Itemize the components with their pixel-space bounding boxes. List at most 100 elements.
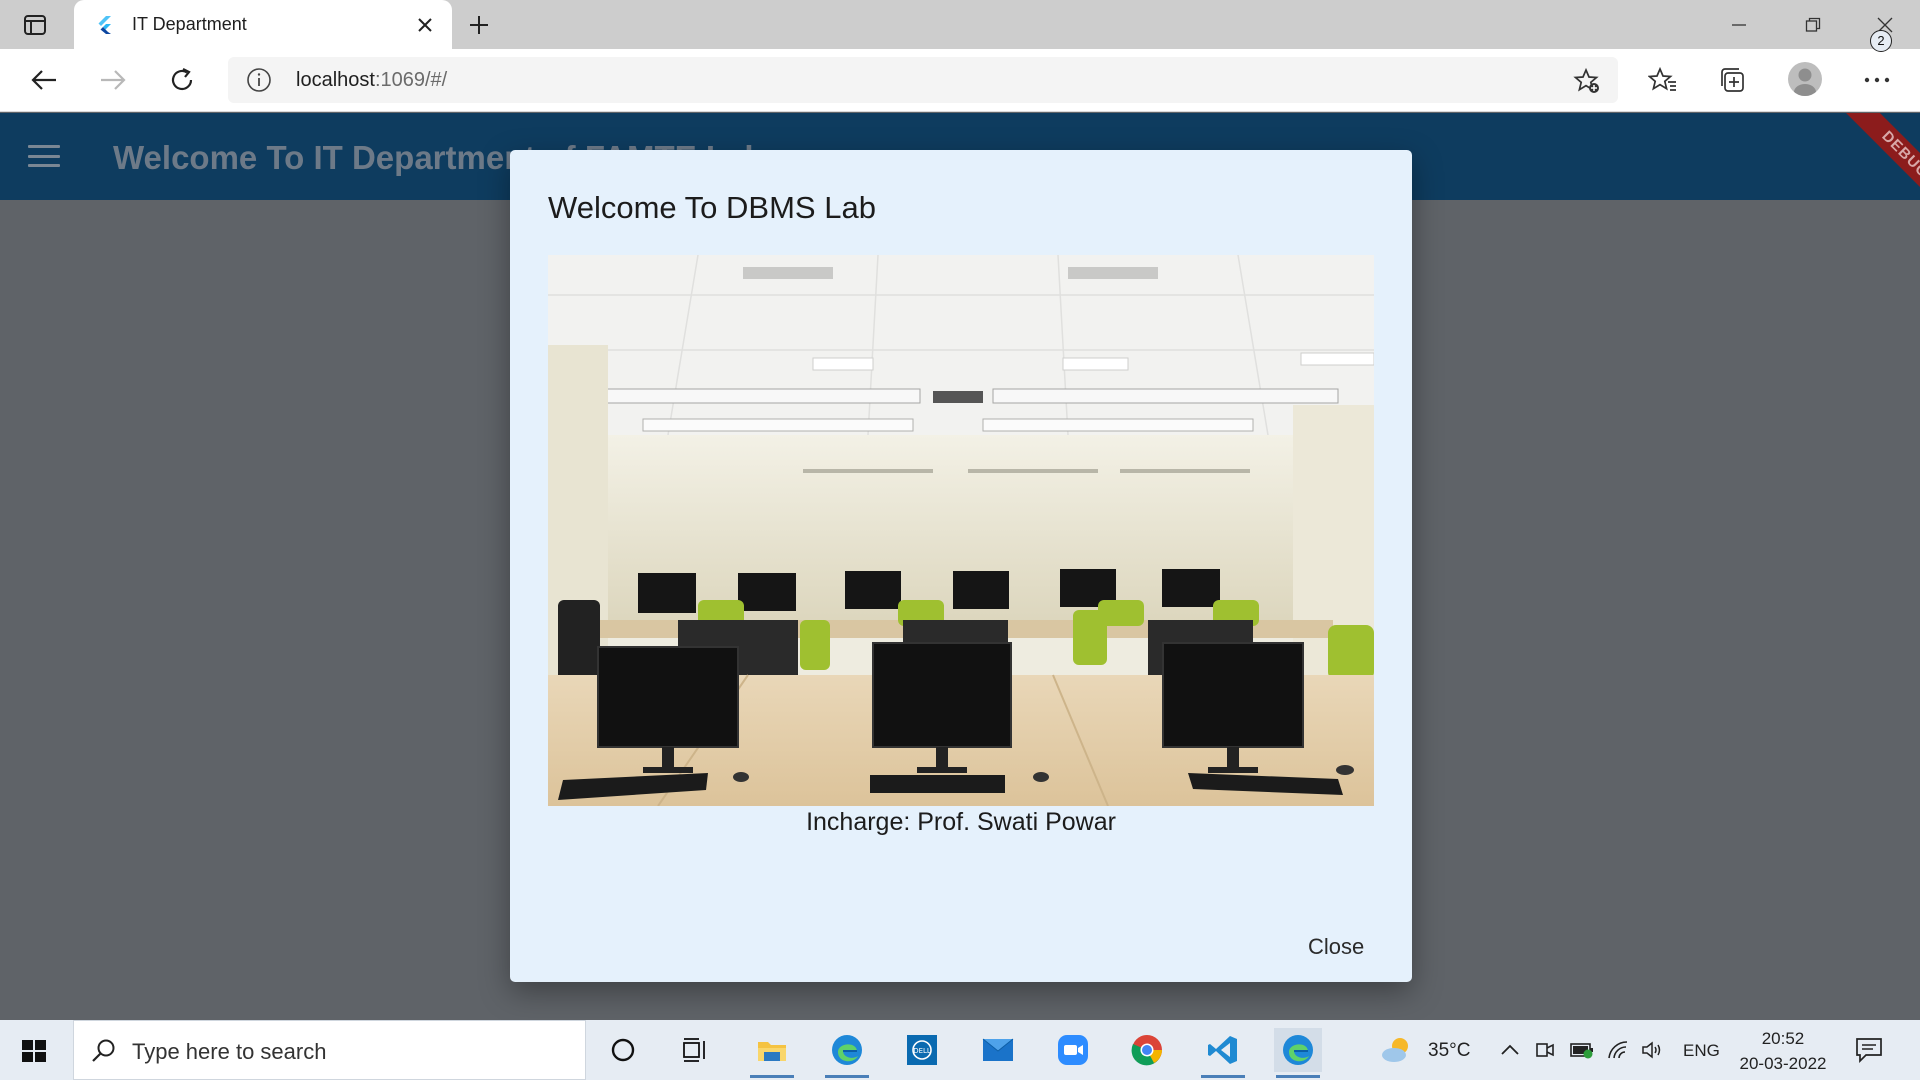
browser-tab-bar: IT Department — [0, 0, 1920, 49]
lab-photo — [548, 255, 1374, 806]
collections-icon — [1721, 68, 1744, 92]
start-button[interactable] — [16, 1034, 54, 1068]
task-view-icon — [683, 1038, 705, 1062]
menu-button[interactable] — [26, 141, 62, 171]
wifi-icon — [1608, 1041, 1628, 1059]
show-hidden-icons-button[interactable] — [1495, 1028, 1525, 1072]
weather-widget[interactable] — [1377, 1028, 1417, 1072]
debug-label: DEBUG — [1843, 113, 1920, 213]
hamburger-line — [28, 154, 60, 158]
battery-indicator[interactable] — [1565, 1028, 1599, 1072]
search-placeholder: Type here to search — [132, 1039, 327, 1064]
chrome-button[interactable] — [1123, 1028, 1171, 1072]
edge-active-button[interactable] — [1274, 1028, 1322, 1078]
browser-tab-active[interactable]: IT Department — [74, 0, 452, 49]
vscode-icon — [1208, 1036, 1237, 1064]
windows-icon — [22, 1040, 46, 1062]
close-button[interactable]: Close — [1300, 930, 1372, 964]
restore-icon — [1805, 17, 1821, 32]
input-language[interactable]: ENG — [1683, 1041, 1720, 1061]
clock-date: 20-03-2022 — [1739, 1054, 1827, 1073]
url-text[interactable]: localhost:1069/#/ — [296, 69, 447, 92]
arrow-left-icon — [31, 70, 56, 90]
chrome-icon — [1131, 1035, 1162, 1066]
meet-now-button[interactable] — [1530, 1028, 1560, 1072]
back-button[interactable] — [24, 62, 64, 98]
tab-close-button[interactable] — [412, 12, 438, 38]
minimize-button[interactable] — [1716, 8, 1762, 42]
hamburger-line — [28, 145, 60, 148]
notification-count-badge: 2 — [1870, 30, 1892, 52]
running-indicator — [1201, 1075, 1245, 1078]
taskbar: Type here to search DELL 35°C ENG 20:52 … — [0, 1020, 1920, 1080]
star-add-icon — [1573, 67, 1599, 93]
edge-icon — [832, 1035, 862, 1065]
tab-actions-button[interactable] — [18, 10, 52, 40]
volume-indicator[interactable] — [1637, 1028, 1669, 1072]
dialog-title: Welcome To DBMS Lab — [548, 190, 876, 225]
clock[interactable]: 20:52 20-03-2022 — [1730, 1026, 1836, 1076]
svg-text:DELL: DELL — [913, 1047, 931, 1055]
dell-icon: DELL — [907, 1035, 937, 1065]
favorites-button[interactable] — [1643, 62, 1683, 98]
file-explorer-button[interactable] — [748, 1028, 796, 1078]
folder-icon — [758, 1042, 786, 1061]
running-indicator — [1276, 1075, 1320, 1078]
favorites-icon — [1648, 66, 1676, 91]
info-icon — [247, 68, 271, 92]
lab-dialog: Welcome To DBMS Lab Incharge: Prof. Swat… — [510, 150, 1412, 982]
weather-temperature: 35°C — [1428, 1040, 1471, 1061]
restore-button[interactable] — [1790, 8, 1836, 42]
debug-banner: DEBUG — [1820, 113, 1920, 213]
cortana-icon — [611, 1038, 635, 1062]
new-tab-button[interactable] — [462, 10, 496, 40]
dialog-caption: Incharge: Prof. Swati Powar — [806, 808, 1116, 836]
tab-actions-icon — [24, 15, 46, 35]
close-icon — [418, 18, 432, 32]
task-view-button[interactable] — [671, 1028, 719, 1072]
url-path: :1069/#/ — [374, 69, 448, 91]
mail-button[interactable] — [974, 1028, 1022, 1072]
flutter-icon — [98, 16, 111, 34]
arrow-right-icon — [101, 70, 126, 90]
refresh-icon — [171, 68, 193, 91]
running-indicator — [825, 1075, 869, 1078]
refresh-button[interactable] — [162, 62, 202, 98]
vscode-button[interactable] — [1199, 1028, 1247, 1078]
url-host: localhost — [296, 69, 375, 91]
hamburger-line — [28, 164, 60, 167]
dell-app-button[interactable]: DELL — [898, 1028, 946, 1072]
tab-title: IT Department — [132, 14, 247, 34]
edge-icon — [1283, 1035, 1313, 1065]
user-icon — [1794, 68, 1816, 96]
add-favorite-button[interactable] — [1572, 66, 1602, 96]
collections-button[interactable] — [1713, 62, 1753, 98]
zoom-button[interactable] — [1049, 1028, 1097, 1072]
running-indicator — [750, 1075, 794, 1078]
clock-time: 20:52 — [1761, 1029, 1805, 1048]
notification-icon — [1856, 1038, 1882, 1064]
plus-icon — [470, 16, 488, 34]
settings-more-button[interactable] — [1857, 62, 1897, 98]
site-info-button[interactable] — [246, 67, 272, 93]
action-center-button[interactable] — [1854, 1036, 1886, 1066]
speaker-icon — [1642, 1041, 1661, 1059]
taskbar-search[interactable]: Type here to search — [73, 1020, 586, 1080]
cortana-button[interactable] — [599, 1028, 647, 1072]
battery-icon — [1570, 1043, 1593, 1059]
zoom-icon — [1058, 1035, 1088, 1065]
partly-cloudy-icon — [1382, 1038, 1408, 1062]
mail-icon — [982, 1038, 1014, 1061]
edge-taskbar-button[interactable] — [823, 1028, 871, 1078]
more-horizontal-icon — [1864, 77, 1890, 83]
search-icon — [92, 1039, 115, 1062]
browser-toolbar: localhost:1069/#/ — [0, 49, 1920, 112]
meet-now-icon — [1536, 1043, 1554, 1057]
minimize-icon — [1732, 24, 1746, 26]
forward-button[interactable] — [93, 62, 133, 98]
network-indicator[interactable] — [1603, 1028, 1635, 1072]
profile-avatar[interactable] — [1788, 62, 1822, 96]
chevron-up-icon — [1501, 1044, 1519, 1055]
address-bar[interactable]: localhost:1069/#/ — [228, 57, 1618, 103]
computer-lab-image — [548, 255, 1374, 806]
